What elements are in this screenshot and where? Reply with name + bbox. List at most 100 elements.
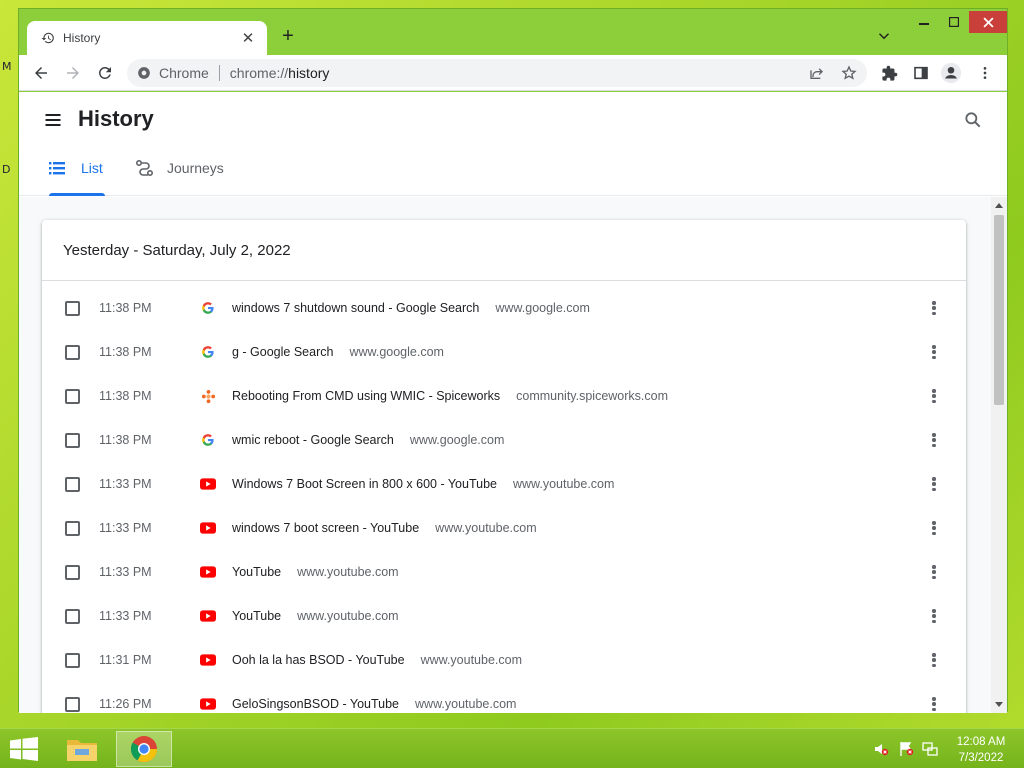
scroll-up-icon[interactable] bbox=[995, 203, 1003, 208]
row-menu-icon[interactable] bbox=[928, 476, 940, 492]
entry-title[interactable]: wmic reboot - Google Search bbox=[232, 433, 394, 447]
scrollbar-thumb[interactable] bbox=[994, 215, 1004, 405]
history-row[interactable]: 11:26 PM GeloSingsonBSOD - YouTube www.y… bbox=[42, 682, 966, 713]
entry-title[interactable]: Windows 7 Boot Screen in 800 x 600 - You… bbox=[232, 477, 497, 491]
row-menu-icon[interactable] bbox=[928, 344, 940, 360]
entry-title[interactable]: YouTube bbox=[232, 609, 281, 623]
tab-list[interactable]: List bbox=[49, 160, 105, 196]
entry-title[interactable]: g - Google Search bbox=[232, 345, 333, 359]
row-checkbox[interactable] bbox=[65, 520, 80, 536]
history-row[interactable]: 11:38 PM Rebooting From CMD using WMIC -… bbox=[42, 374, 966, 418]
history-entry[interactable]: windows 7 shutdown sound - Google Search… bbox=[232, 301, 590, 315]
entry-title[interactable]: Ooh la la has BSOD - YouTube bbox=[232, 653, 405, 667]
close-window-button[interactable] bbox=[969, 11, 1007, 33]
windows-start-icon[interactable] bbox=[10, 737, 38, 761]
chevron-down-icon[interactable] bbox=[875, 27, 893, 45]
chrome-icon bbox=[130, 736, 158, 763]
action-center-flag-icon[interactable] bbox=[898, 741, 914, 757]
hamburger-menu-icon[interactable] bbox=[43, 110, 63, 130]
row-menu-icon[interactable] bbox=[928, 652, 940, 668]
row-checkbox[interactable] bbox=[65, 388, 80, 404]
history-row[interactable]: 11:38 PM g - Google Search www.google.co… bbox=[42, 330, 966, 374]
bookmark-button[interactable] bbox=[839, 63, 859, 83]
scroll-down-icon[interactable] bbox=[995, 702, 1003, 707]
entry-title[interactable]: Rebooting From CMD using WMIC - Spicewor… bbox=[232, 389, 500, 403]
entry-title[interactable]: windows 7 shutdown sound - Google Search bbox=[232, 301, 479, 315]
row-checkbox[interactable] bbox=[65, 476, 80, 492]
taskbar-file-explorer[interactable] bbox=[54, 731, 110, 767]
history-row[interactable]: 11:38 PM wmic reboot - Google Search www… bbox=[42, 418, 966, 462]
youtube-icon bbox=[200, 564, 216, 580]
row-checkbox[interactable] bbox=[65, 300, 80, 316]
visit-time: 11:31 PM bbox=[99, 653, 152, 667]
row-menu-icon[interactable] bbox=[928, 696, 940, 712]
network-icon[interactable] bbox=[922, 741, 938, 757]
menu-button[interactable] bbox=[973, 61, 997, 85]
extensions-button[interactable] bbox=[877, 61, 901, 85]
row-checkbox[interactable] bbox=[65, 564, 80, 580]
entry-title[interactable]: windows 7 boot screen - YouTube bbox=[232, 521, 419, 535]
history-entry[interactable]: YouTube www.youtube.com bbox=[232, 565, 399, 579]
row-menu-icon[interactable] bbox=[928, 432, 940, 448]
row-checkbox[interactable] bbox=[65, 652, 80, 668]
maximize-button[interactable] bbox=[939, 11, 969, 33]
close-icon bbox=[982, 16, 994, 28]
history-row[interactable]: 11:33 PM windows 7 boot screen - YouTube… bbox=[42, 506, 966, 550]
history-row[interactable]: 11:33 PM Windows 7 Boot Screen in 800 x … bbox=[42, 462, 966, 506]
toolbar: Chrome chrome://history bbox=[19, 55, 1007, 91]
history-row[interactable]: 11:38 PM windows 7 shutdown sound - Goog… bbox=[42, 286, 966, 330]
tab-journeys-label: Journeys bbox=[167, 160, 224, 176]
entry-domain: community.spiceworks.com bbox=[516, 389, 669, 403]
entry-domain: www.youtube.com bbox=[415, 697, 517, 711]
side-panel-button[interactable] bbox=[909, 61, 933, 85]
row-menu-icon[interactable] bbox=[928, 520, 940, 536]
history-entry[interactable]: Windows 7 Boot Screen in 800 x 600 - You… bbox=[232, 477, 614, 491]
visit-time: 11:33 PM bbox=[99, 609, 152, 623]
forward-button[interactable] bbox=[61, 61, 85, 85]
date-group-title: Yesterday - Saturday, July 2, 2022 bbox=[63, 242, 291, 259]
vertical-scrollbar[interactable] bbox=[991, 197, 1007, 713]
row-checkbox[interactable] bbox=[65, 696, 80, 712]
puzzle-icon bbox=[881, 65, 897, 81]
history-entry[interactable]: g - Google Search www.google.com bbox=[232, 345, 444, 359]
profile-button[interactable] bbox=[939, 61, 963, 85]
row-checkbox[interactable] bbox=[65, 344, 80, 360]
back-button[interactable] bbox=[29, 61, 53, 85]
url-scheme: chrome:// bbox=[229, 65, 289, 81]
row-menu-icon[interactable] bbox=[928, 564, 940, 580]
tab-journeys[interactable]: Journeys bbox=[135, 160, 224, 196]
reload-button[interactable] bbox=[93, 61, 117, 85]
history-entry[interactable]: Ooh la la has BSOD - YouTube www.youtube… bbox=[232, 653, 522, 667]
history-row[interactable]: 11:33 PM YouTube www.youtube.com bbox=[42, 550, 966, 594]
search-icon[interactable] bbox=[963, 110, 983, 130]
minimize-icon bbox=[919, 23, 929, 25]
history-entry[interactable]: GeloSingsonBSOD - YouTube www.youtube.co… bbox=[232, 697, 516, 711]
taskbar-chrome[interactable] bbox=[116, 731, 172, 767]
row-checkbox[interactable] bbox=[65, 608, 80, 624]
visit-time: 11:33 PM bbox=[99, 477, 152, 491]
address-bar[interactable]: Chrome chrome://history bbox=[127, 59, 867, 87]
youtube-icon bbox=[200, 696, 216, 712]
entry-title[interactable]: GeloSingsonBSOD - YouTube bbox=[232, 697, 399, 711]
tab-history[interactable]: History ✕ bbox=[27, 21, 267, 55]
row-menu-icon[interactable] bbox=[928, 388, 940, 404]
new-tab-button[interactable]: + bbox=[277, 25, 299, 47]
entry-title[interactable]: YouTube bbox=[232, 565, 281, 579]
history-entry[interactable]: Rebooting From CMD using WMIC - Spicewor… bbox=[232, 389, 668, 403]
row-menu-icon[interactable] bbox=[928, 608, 940, 624]
history-entry[interactable]: wmic reboot - Google Search www.google.c… bbox=[232, 433, 504, 447]
visit-time: 11:26 PM bbox=[99, 697, 152, 711]
history-page: History List Journeys Yesterday - Saturd… bbox=[19, 92, 1007, 713]
row-menu-icon[interactable] bbox=[928, 300, 940, 316]
history-row[interactable]: 11:33 PM YouTube www.youtube.com bbox=[42, 594, 966, 638]
system-clock[interactable]: 12:08 AM 7/3/2022 bbox=[944, 734, 1018, 766]
history-entry[interactable]: YouTube www.youtube.com bbox=[232, 609, 399, 623]
history-entry[interactable]: windows 7 boot screen - YouTube www.yout… bbox=[232, 521, 537, 535]
history-row[interactable]: 11:31 PM Ooh la la has BSOD - YouTube ww… bbox=[42, 638, 966, 682]
close-tab-icon[interactable]: ✕ bbox=[239, 29, 257, 47]
entry-domain: www.youtube.com bbox=[420, 653, 522, 667]
volume-muted-icon[interactable] bbox=[873, 741, 889, 757]
row-checkbox[interactable] bbox=[65, 432, 80, 448]
minimize-button[interactable] bbox=[909, 11, 939, 33]
share-button[interactable] bbox=[807, 63, 827, 83]
